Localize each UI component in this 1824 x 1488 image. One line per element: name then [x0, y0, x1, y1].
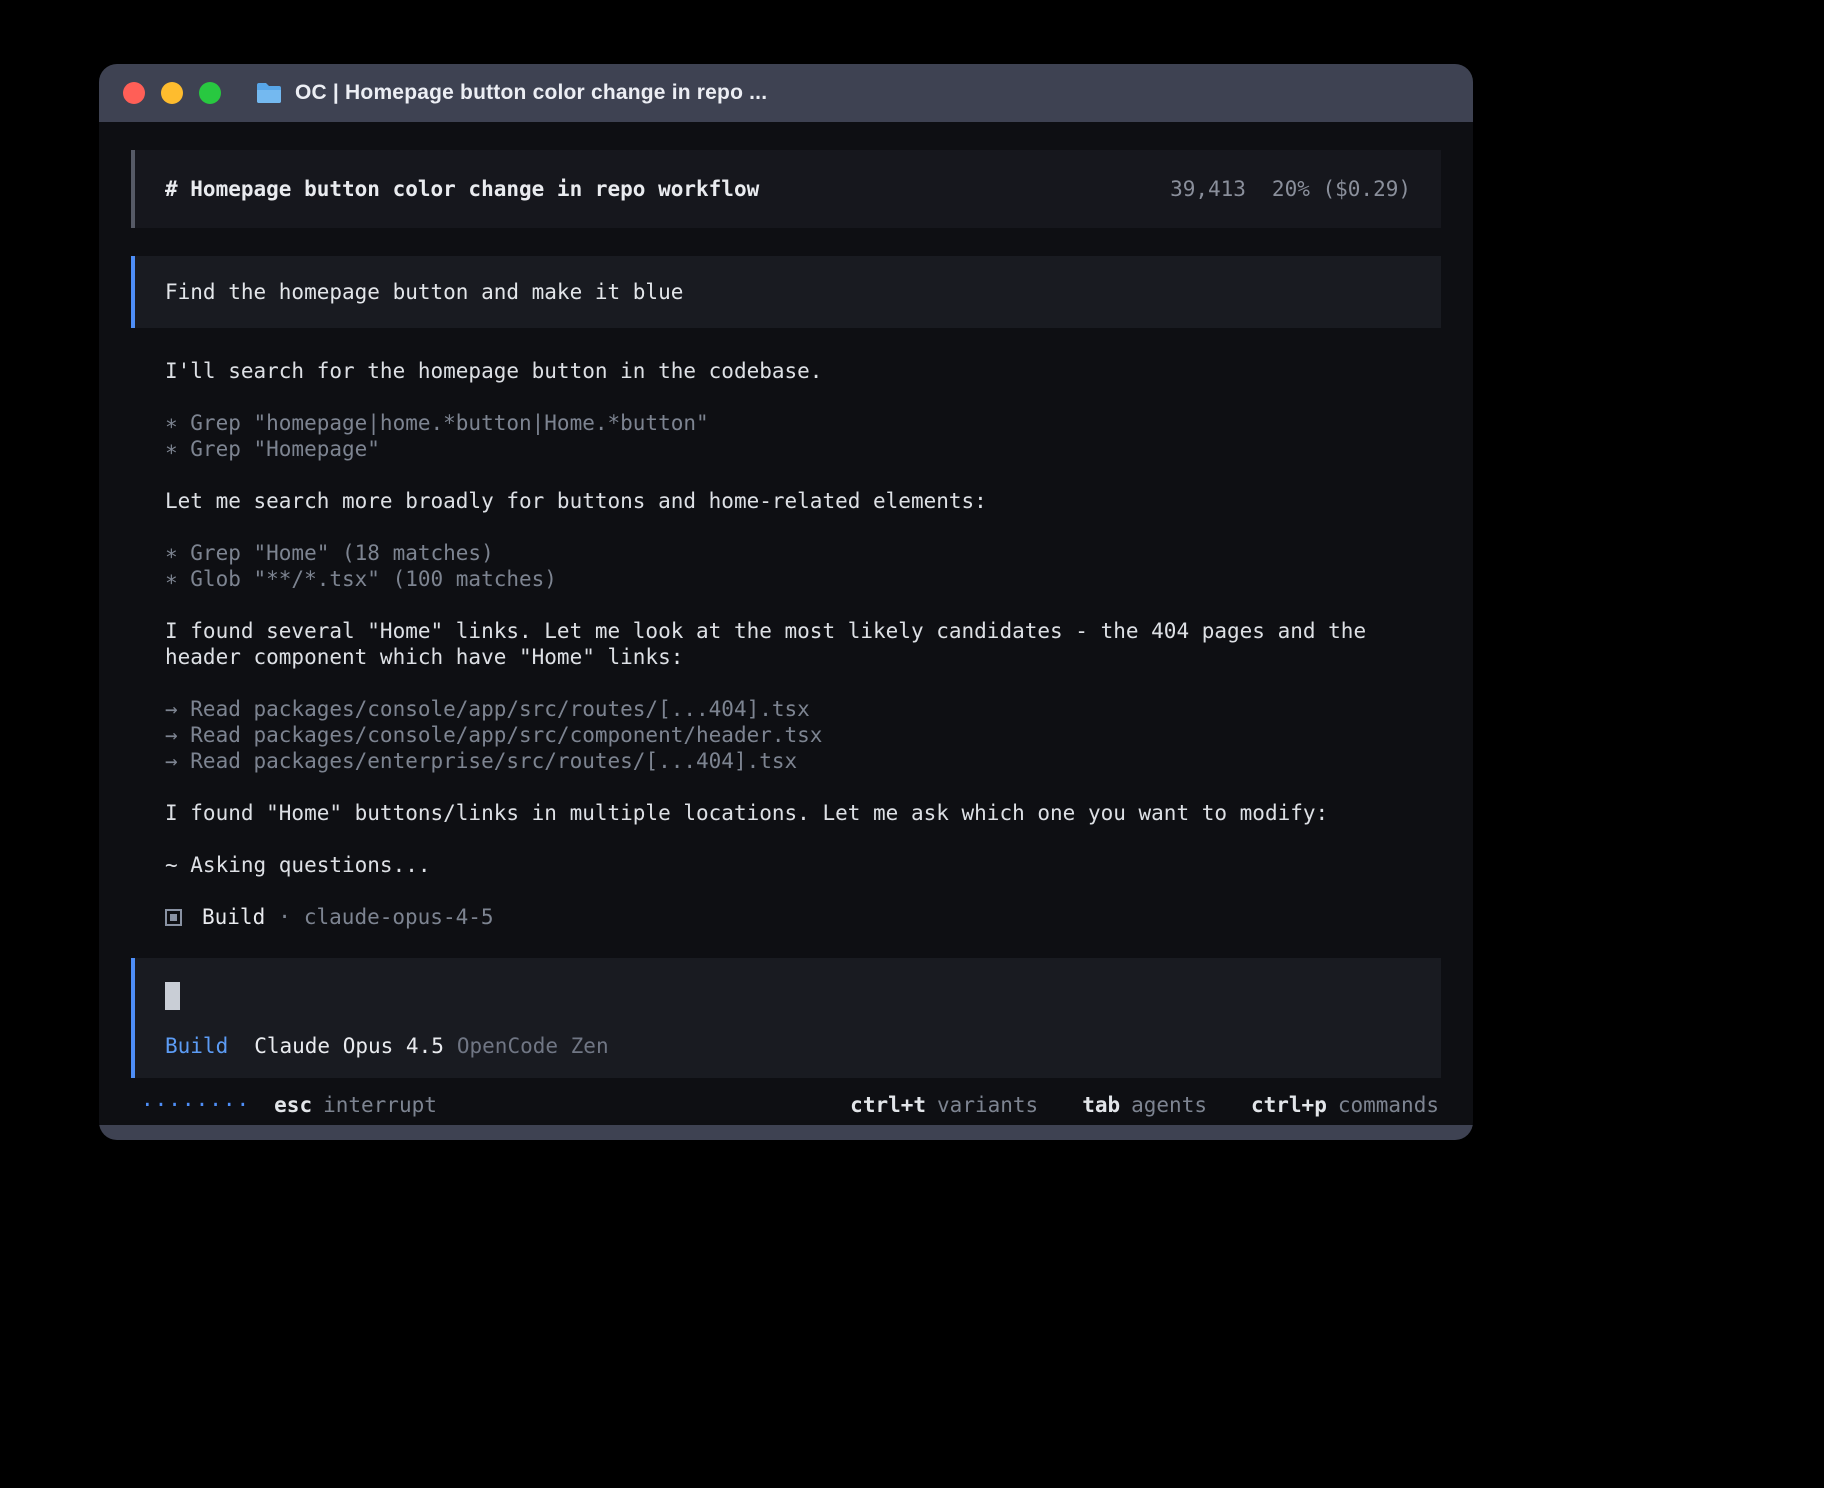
session-title: # Homepage button color change in repo w…	[165, 177, 759, 201]
assistant-line: header component which have "Home" links…	[165, 644, 1407, 670]
window-bottom-frame	[99, 1125, 1473, 1140]
assistant-text-block: I found "Home" buttons/links in multiple…	[165, 800, 1407, 826]
context-cost: 20% ($0.29)	[1272, 177, 1411, 201]
shortcut-key: tab	[1082, 1092, 1120, 1118]
tool-call-grep: ∗ Grep "Home" (18 matches)	[165, 540, 1407, 566]
assistant-text-block: I'll search for the homepage button in t…	[165, 358, 1407, 384]
token-count: 39,413	[1170, 177, 1246, 201]
titlebar[interactable]: OC | Homepage button color change in rep…	[99, 64, 1473, 122]
tool-call-grep: ∗ Grep "homepage|home.*button|Home.*butt…	[165, 410, 1407, 436]
assistant-line: Let me search more broadly for buttons a…	[165, 488, 1407, 514]
mode-indicator: Build	[165, 1034, 228, 1058]
agent-square-icon	[165, 909, 182, 926]
tool-call-read: → Read packages/console/app/src/routes/[…	[165, 696, 1407, 722]
assistant-text-block: I found several "Home" links. Let me loo…	[165, 618, 1407, 670]
status-text-block: ~ Asking questions...	[165, 852, 1407, 878]
agent-name: Build	[202, 904, 265, 930]
assistant-text-block: Let me search more broadly for buttons a…	[165, 488, 1407, 514]
assistant-line: I'll search for the homepage button in t…	[165, 358, 1407, 384]
agent-model: claude-opus-4-5	[304, 904, 494, 930]
user-message-text: Find the homepage button and make it blu…	[165, 280, 683, 304]
transcript: I'll search for the homepage button in t…	[131, 358, 1441, 930]
tool-call-block: ∗ Grep "homepage|home.*button|Home.*butt…	[165, 410, 1407, 462]
assistant-line: I found "Home" buttons/links in multiple…	[165, 800, 1407, 826]
tool-call-block: → Read packages/console/app/src/routes/[…	[165, 696, 1407, 774]
agent-separator: ·	[278, 904, 291, 930]
text-cursor	[165, 982, 180, 1010]
tool-call-grep: ∗ Grep "Homepage"	[165, 436, 1407, 462]
shortcut-key: ctrl+t	[850, 1092, 926, 1118]
maximize-window-button[interactable]	[199, 82, 221, 104]
shortcut-interrupt: esc interrupt	[274, 1092, 437, 1118]
shortcut-label: variants	[937, 1092, 1038, 1118]
shortcut-key: ctrl+p	[1251, 1092, 1327, 1118]
status-bar-right: ctrl+t variants tab agents ctrl+p comman…	[850, 1092, 1439, 1118]
provider-indicator: OpenCode Zen	[457, 1034, 609, 1058]
desktop-background: OC | Homepage button color change in rep…	[0, 0, 1824, 1488]
status-bar: ········ esc interrupt ctrl+t variants t…	[131, 1092, 1441, 1118]
asking-questions-status: ~ Asking questions...	[165, 852, 1407, 878]
window-title: OC | Homepage button color change in rep…	[295, 81, 767, 105]
model-indicator: Claude Opus 4.5	[254, 1034, 444, 1058]
session-stats: 39,413 20% ($0.29)	[1170, 177, 1411, 201]
tool-call-read: → Read packages/enterprise/src/routes/[.…	[165, 748, 1407, 774]
assistant-line: I found several "Home" links. Let me loo…	[165, 618, 1407, 644]
session-header: # Homepage button color change in repo w…	[131, 150, 1441, 228]
input-meta: Build Claude Opus 4.5 OpenCode Zen	[165, 1034, 1411, 1058]
user-message: Find the homepage button and make it blu…	[131, 256, 1441, 328]
tool-call-glob: ∗ Glob "**/*.tsx" (100 matches)	[165, 566, 1407, 592]
tool-call-read: → Read packages/console/app/src/componen…	[165, 722, 1407, 748]
agent-status-line: Build · claude-opus-4-5	[165, 904, 1407, 930]
tool-call-block: ∗ Grep "Home" (18 matches) ∗ Glob "**/*.…	[165, 540, 1407, 592]
folder-icon	[255, 82, 283, 104]
shortcut-commands: ctrl+p commands	[1251, 1092, 1439, 1118]
terminal-window: OC | Homepage button color change in rep…	[99, 64, 1473, 1140]
shortcut-variants: ctrl+t variants	[850, 1092, 1038, 1118]
shortcut-key: esc	[274, 1092, 312, 1118]
traffic-lights	[113, 82, 221, 104]
status-bar-left: ········ esc interrupt	[133, 1092, 437, 1118]
minimize-window-button[interactable]	[161, 82, 183, 104]
shortcut-agents: tab agents	[1082, 1092, 1207, 1118]
terminal-content: # Homepage button color change in repo w…	[99, 150, 1473, 1118]
close-window-button[interactable]	[123, 82, 145, 104]
shortcut-label: interrupt	[323, 1092, 437, 1118]
prompt-input[interactable]: Build Claude Opus 4.5 OpenCode Zen	[131, 958, 1441, 1078]
shortcut-label: commands	[1338, 1092, 1439, 1118]
shortcut-label: agents	[1131, 1092, 1207, 1118]
spinner-dots: ········	[141, 1092, 250, 1118]
